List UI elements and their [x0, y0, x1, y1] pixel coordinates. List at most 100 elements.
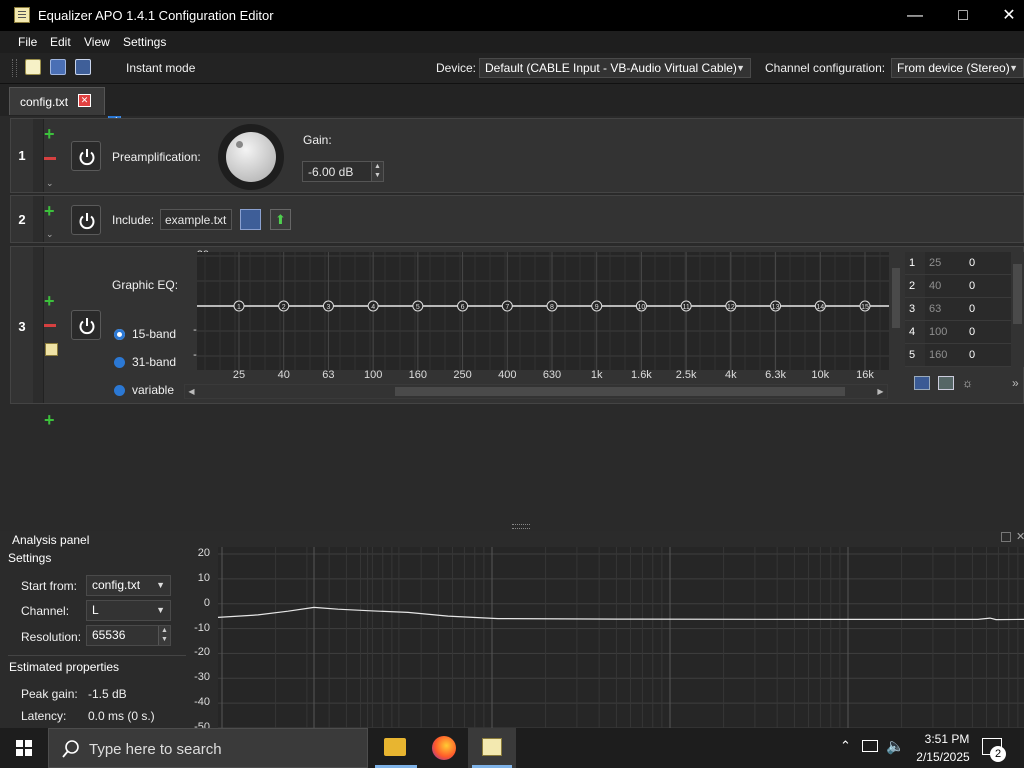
scroll-right-icon[interactable]: ▶	[874, 385, 887, 398]
start-from-dropdown[interactable]: config.txt ▼	[86, 575, 171, 596]
channel-config-dropdown[interactable]: From device (Stereo) ▼	[891, 58, 1024, 78]
resolution-spinbox[interactable]: 65536 ▲ ▼	[86, 625, 171, 646]
add-filter-icon[interactable]: +	[44, 202, 55, 220]
add-filter-icon[interactable]: +	[44, 292, 55, 310]
menu-view[interactable]: View	[84, 35, 110, 49]
network-icon[interactable]	[862, 740, 878, 752]
estimated-title: Estimated properties	[9, 660, 120, 674]
analysis-y-tick-label: 0	[203, 596, 210, 609]
edit-icon[interactable]	[45, 343, 58, 356]
remove-filter-icon[interactable]	[44, 324, 56, 327]
gain-spin-buttons[interactable]: ▲ ▼	[371, 162, 383, 181]
table-cell-gain[interactable]: 0	[965, 252, 1011, 274]
table-scrollbar[interactable]	[1011, 252, 1024, 367]
scroll-left-icon[interactable]: ◀	[185, 385, 198, 398]
chevron-down-icon: ▼	[156, 580, 165, 590]
file-explorer-icon[interactable]	[384, 738, 406, 756]
taskbar: Type here to search ⌃ 🔈 3:51 PM 2/15/202…	[0, 728, 1024, 768]
mode-31-band-radio[interactable]	[114, 357, 125, 368]
maximize-button[interactable]: □	[940, 0, 986, 31]
close-panel-icon[interactable]: ✕	[1016, 530, 1024, 543]
table-row[interactable]: 4 100 0	[905, 321, 1011, 344]
open-include-icon[interactable]: ⬆	[270, 209, 291, 230]
windows-start-icon[interactable]	[16, 740, 32, 756]
include-file-value: example.txt	[165, 213, 227, 227]
include-file-field[interactable]: example.txt	[160, 209, 232, 230]
menu-file[interactable]: File	[18, 35, 37, 49]
minimize-button[interactable]: —	[892, 0, 938, 31]
analysis-y-tick-label: 10	[197, 571, 210, 584]
new-file-icon[interactable]	[25, 59, 41, 75]
power-button[interactable]	[71, 310, 101, 340]
gain-knob[interactable]	[218, 124, 284, 190]
device-value: Default (CABLE Input - VB-Audio Virtual …	[485, 61, 737, 75]
expand-icon[interactable]: ⌄	[46, 178, 54, 189]
table-row[interactable]: 3 63 0	[905, 298, 1011, 321]
table-cell-gain[interactable]: 0	[965, 275, 1011, 297]
table-cell-gain[interactable]: 0	[965, 321, 1011, 343]
device-dropdown[interactable]: Default (CABLE Input - VB-Audio Virtual …	[479, 58, 751, 78]
analysis-graph[interactable]	[218, 547, 1024, 728]
menu-edit[interactable]: Edit	[50, 35, 71, 49]
mode-15-band-radio[interactable]	[114, 329, 125, 340]
graphic-eq-graph[interactable]: 1 2 3 4 5 6 7 8 9 10 11 12 13 14 15	[197, 252, 889, 370]
firefox-icon[interactable]	[432, 736, 456, 760]
float-panel-icon[interactable]	[1001, 532, 1011, 542]
scroll-thumb[interactable]	[1013, 264, 1022, 324]
close-tab-icon[interactable]: ✕	[78, 94, 91, 107]
table-cell-gain[interactable]: 0	[965, 298, 1011, 320]
latency-value: 0.0 ms (0 s.)	[88, 709, 155, 723]
notification-badge: 2	[990, 746, 1006, 762]
power-button[interactable]	[71, 141, 101, 171]
scroll-thumb[interactable]	[395, 387, 845, 396]
tab-config-txt[interactable]: config.txt ✕	[9, 87, 105, 115]
view-icon[interactable]: ☼	[962, 376, 980, 390]
eq-x-tick-label: 400	[498, 369, 517, 381]
row-handle	[33, 196, 44, 242]
taskbar-search[interactable]: Type here to search	[48, 728, 368, 768]
import-icon[interactable]	[938, 376, 954, 390]
start-from-value: config.txt	[92, 578, 141, 592]
eq-vertical-scrollbar[interactable]	[890, 252, 902, 368]
browse-file-icon[interactable]	[240, 209, 261, 230]
instant-mode-label: Instant mode	[126, 61, 196, 75]
save-file-icon[interactable]	[75, 59, 91, 75]
equalizer-taskbar-button[interactable]	[468, 728, 516, 768]
eq-x-tick-label: 4k	[725, 369, 737, 381]
eq-band-table[interactable]: 1 25 0 2 40 0 3 63 0 4 100 0 5 160 0	[905, 252, 1011, 367]
row-number: 3	[18, 319, 26, 334]
eq-band-number: 8	[550, 304, 554, 311]
eq-band-number: 12	[727, 304, 735, 311]
add-filter-icon[interactable]: +	[44, 411, 55, 429]
remove-filter-icon[interactable]	[44, 157, 56, 160]
save-preset-icon[interactable]	[914, 376, 930, 390]
clock-time[interactable]: 3:51 PM	[917, 732, 977, 746]
channel-dropdown[interactable]: L ▼	[86, 600, 171, 621]
table-row[interactable]: 1 25 0	[905, 252, 1011, 275]
more-icon[interactable]: »	[1012, 376, 1019, 390]
close-button[interactable]: ✕	[986, 0, 1024, 31]
volume-icon[interactable]: 🔈	[886, 737, 905, 755]
table-row[interactable]: 2 40 0	[905, 275, 1011, 298]
peak-gain-value: -1.5 dB	[88, 687, 127, 701]
gain-label: Gain:	[303, 133, 332, 147]
eq-horizontal-scrollbar[interactable]: ◀ ▶	[184, 384, 888, 399]
splitter-handle[interactable]	[512, 524, 530, 529]
open-file-icon[interactable]	[50, 59, 66, 75]
add-filter-icon[interactable]: +	[44, 125, 55, 143]
scroll-thumb[interactable]	[892, 268, 900, 328]
row-number: 1	[18, 148, 26, 163]
eq-band-number: 5	[416, 304, 420, 311]
resolution-spin-buttons[interactable]: ▲ ▼	[158, 626, 170, 645]
expand-icon[interactable]: ⌄	[46, 229, 54, 240]
mode-variable-radio[interactable]	[114, 385, 125, 396]
chevron-up-icon[interactable]: ⌃	[840, 738, 851, 754]
eq-x-tick-label: 250	[453, 369, 472, 381]
clock-date[interactable]: 2/15/2025	[908, 750, 978, 764]
power-button[interactable]	[71, 205, 101, 235]
menu-settings[interactable]: Settings	[123, 35, 166, 49]
title-bar[interactable]: Equalizer APO 1.4.1 Configuration Editor…	[0, 0, 1024, 31]
gain-spinbox[interactable]: -6.00 dB ▲ ▼	[302, 161, 384, 182]
table-row[interactable]: 5 160 0	[905, 344, 1011, 367]
table-cell-gain[interactable]: 0	[965, 344, 1011, 366]
